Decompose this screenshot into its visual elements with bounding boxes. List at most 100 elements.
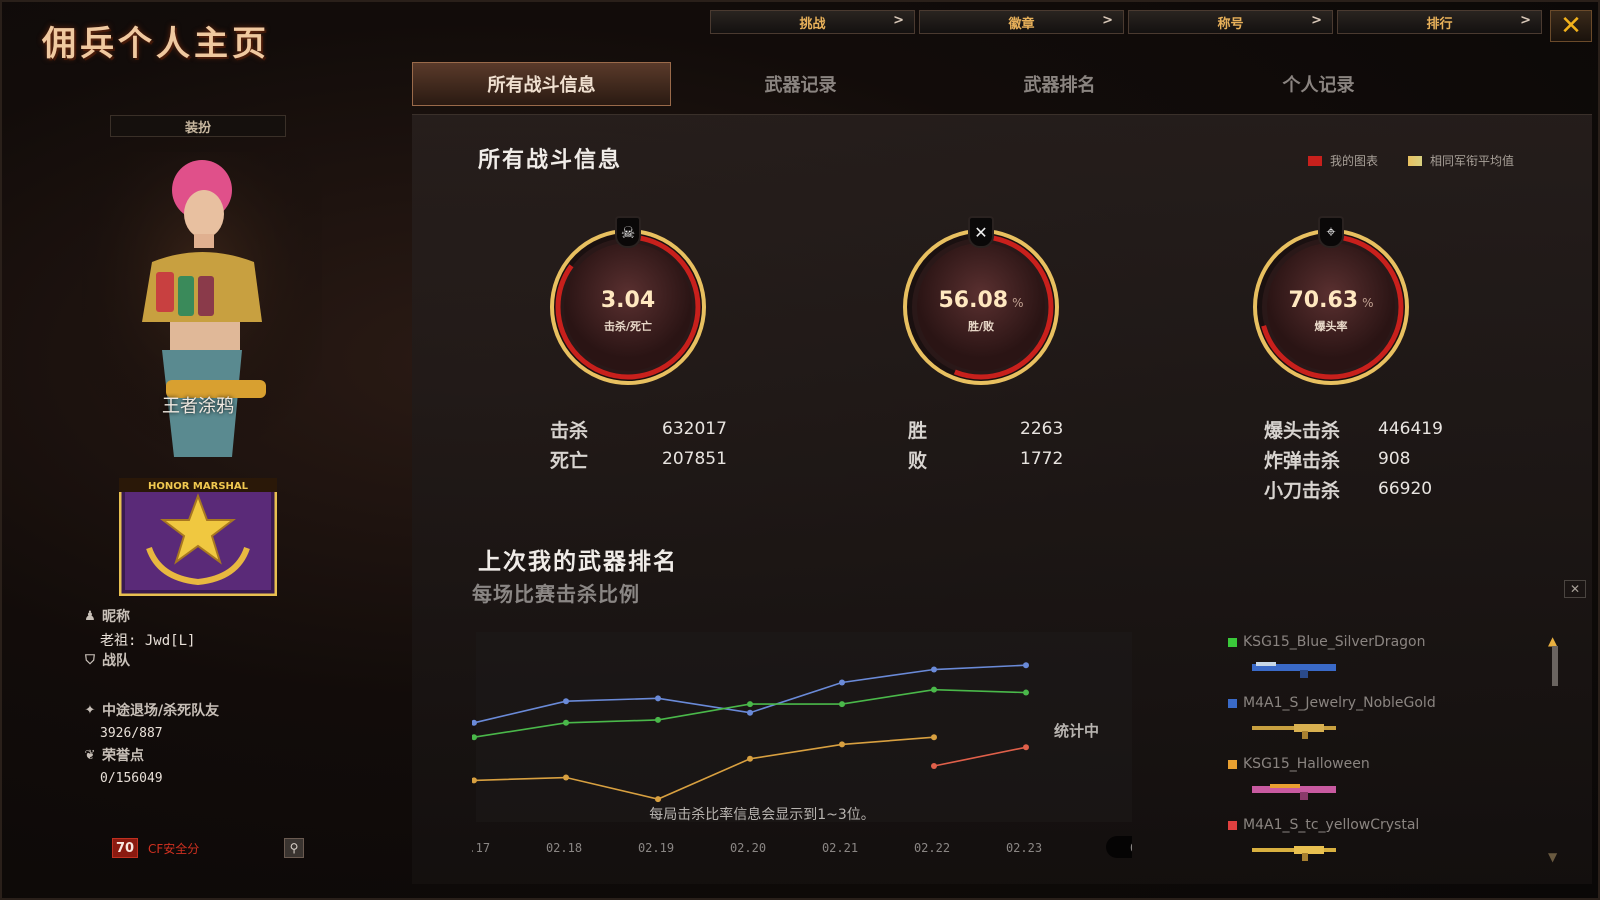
scroll-thumb[interactable] — [1552, 646, 1558, 686]
rifle-icon — [1252, 724, 1336, 739]
x-tick-label[interactable]: 02.18 — [546, 841, 582, 855]
knife-kills-label: 小刀击杀 — [1264, 479, 1341, 502]
tab-weapon-ranking[interactable]: 武器排名 — [930, 62, 1189, 106]
dress-up-button[interactable]: 装扮 — [110, 115, 286, 137]
headshot-kills-value: 446419 — [1378, 419, 1443, 439]
shotgun-icon — [1252, 662, 1336, 678]
team-label: 战队 — [102, 653, 130, 669]
weapon-list-close-button[interactable]: ✕ — [1564, 580, 1586, 598]
chart-point — [655, 796, 661, 803]
weapon-color-swatch — [1228, 820, 1237, 830]
tab-all-battle-info[interactable]: 所有战斗信息 — [412, 62, 671, 106]
chart-point — [747, 701, 753, 708]
weapon-list-item[interactable]: M4A1_S_tc_yellowCrystal — [1228, 817, 1518, 878]
headshot-kills-label: 爆头击杀 — [1264, 419, 1341, 442]
chart-point — [931, 686, 937, 693]
headshot-icon: ⌖ — [1318, 216, 1344, 248]
search-button[interactable]: ⚲ — [284, 838, 304, 858]
nav-badge-button[interactable]: 徽章 > — [919, 10, 1124, 34]
weapon-list-item[interactable]: M4A1_S_Jewelry_NobleGold — [1228, 695, 1518, 756]
gauge-value: 70.63% — [1246, 288, 1416, 313]
chevron-right-icon: > — [1520, 13, 1531, 28]
chart-point — [1023, 662, 1029, 669]
gauge-number: 56.08 — [938, 288, 1009, 313]
legend-my-chart: 我的图表 — [1308, 152, 1378, 169]
chart-point — [563, 698, 569, 705]
chart-legend: 我的图表 相同军衔平均值 — [1308, 152, 1514, 169]
crossed-guns-icon: ✕ — [968, 216, 994, 248]
weapon-name: M4A1_S_Jewelry_NobleGold — [1243, 695, 1436, 711]
weapon-list-scrollbar[interactable]: ▲ ▼ — [1548, 634, 1560, 864]
x-tick-label[interactable]: 02.21 — [822, 841, 858, 855]
honor-row: ❦ 荣誉点 — [82, 745, 219, 765]
nav-title-button[interactable]: 称号 > — [1128, 10, 1333, 34]
badge-text: HONOR MARSHAL — [148, 481, 249, 492]
nickname-row: ♟ 昵称 — [82, 606, 219, 626]
nav-rank-button[interactable]: 排行 > — [1337, 10, 1542, 34]
skull-icon: ☠ — [615, 216, 641, 248]
weapon-color-swatch — [1228, 759, 1237, 769]
chart-plot-area — [476, 632, 1132, 822]
chart-point — [931, 666, 937, 673]
x-tick-label[interactable]: 02.24 — [1130, 841, 1132, 855]
close-icon: ✕ — [1560, 11, 1582, 41]
chart-point — [563, 719, 569, 726]
scroll-down-icon[interactable]: ▼ — [1548, 850, 1557, 864]
rank-badge: HONOR MARSHAL — [119, 478, 277, 596]
weapon-list-item[interactable]: KSG15_Blue_SilverDragon — [1228, 634, 1518, 695]
tab-weapon-records[interactable]: 武器记录 — [671, 62, 930, 106]
x-tick-label[interactable]: 02.19 — [638, 841, 674, 855]
x-tick-label[interactable]: 02.23 — [1006, 841, 1042, 855]
quit-value: 3926/887 — [100, 726, 163, 741]
legend-same-rank-average: 相同军衔平均值 — [1408, 152, 1514, 169]
chevron-right-icon: > — [1311, 13, 1322, 28]
deaths-label: 死亡 — [550, 449, 589, 472]
nav-label: 称号 — [1217, 16, 1244, 32]
close-icon: ✕ — [1569, 582, 1581, 596]
weapon-list-item[interactable]: KSG15_Halloween — [1228, 756, 1518, 817]
tab-bar: 所有战斗信息 武器记录 武器排名 个人记录 — [412, 62, 1448, 106]
x-tick-label[interactable]: 02.20 — [730, 841, 766, 855]
laurel-icon: ❦ — [84, 747, 96, 763]
team-shield-icon: ⛉ — [85, 652, 95, 668]
runner-icon: ✦ — [84, 702, 96, 718]
nav-challenge-button[interactable]: 挑战 > — [710, 10, 915, 34]
section-title: 所有战斗信息 — [478, 148, 623, 173]
legend-swatch — [1308, 155, 1322, 166]
chart-point — [655, 716, 661, 723]
player-homepage-window: 佣兵个人主页 挑战 > 徽章 > 称号 > 排行 > ✕ 所有战斗信息 武器记录 武器排… — [0, 0, 1600, 900]
kill-ratio-line-chart: 统计中 每局击杀比率信息会显示到1~3位。 02.17 02.18 02.19 02.… — [472, 632, 1132, 858]
nickname-value: 老祖: Jwd[L] — [100, 633, 196, 649]
chevron-right-icon: > — [1102, 13, 1113, 28]
gauge-label: 击杀/死亡 — [603, 320, 653, 333]
shotgun-icon — [1252, 784, 1336, 800]
x-tick-label[interactable]: 02.17 — [472, 841, 490, 855]
chart-point — [931, 734, 937, 741]
wins-label: 胜 — [908, 419, 928, 442]
kills-label: 击杀 — [550, 419, 589, 442]
chart-point — [931, 763, 937, 769]
safety-score-label: CF安全分 — [148, 841, 200, 856]
tab-personal-records[interactable]: 个人记录 — [1189, 62, 1448, 106]
nav-label: 挑战 — [799, 16, 826, 32]
gauge-value: 56.08% — [896, 288, 1066, 313]
gauge-label: 胜/败 — [967, 320, 995, 333]
chart-point — [655, 695, 661, 702]
x-tick-label[interactable]: 02.22 — [914, 841, 950, 855]
close-button[interactable]: ✕ — [1550, 10, 1592, 42]
safety-score-row: 70 CF安全分 ⚲ — [112, 838, 304, 858]
person-icon: ♟ — [84, 608, 96, 624]
chart-point — [563, 774, 569, 781]
top-nav: 挑战 > 徽章 > 称号 > 排行 > — [710, 10, 1542, 34]
kills-value: 632017 — [662, 419, 727, 439]
gauge-number: 3.04 — [600, 288, 656, 313]
weapon-rank-title: 上次我的武器排名 — [478, 549, 678, 575]
legend-swatch — [1408, 155, 1423, 166]
nickname-label: 昵称 — [102, 609, 130, 625]
search-icon: ⚲ — [289, 841, 299, 855]
honor-value: 0/156049 — [100, 771, 163, 786]
weapon-color-swatch — [1228, 698, 1237, 708]
chart-point — [1023, 744, 1029, 751]
weapon-ranking-list: KSG15_Blue_SilverDragon M4A1_S_Jewelry_N… — [1228, 634, 1518, 878]
losses-label: 败 — [908, 449, 928, 472]
